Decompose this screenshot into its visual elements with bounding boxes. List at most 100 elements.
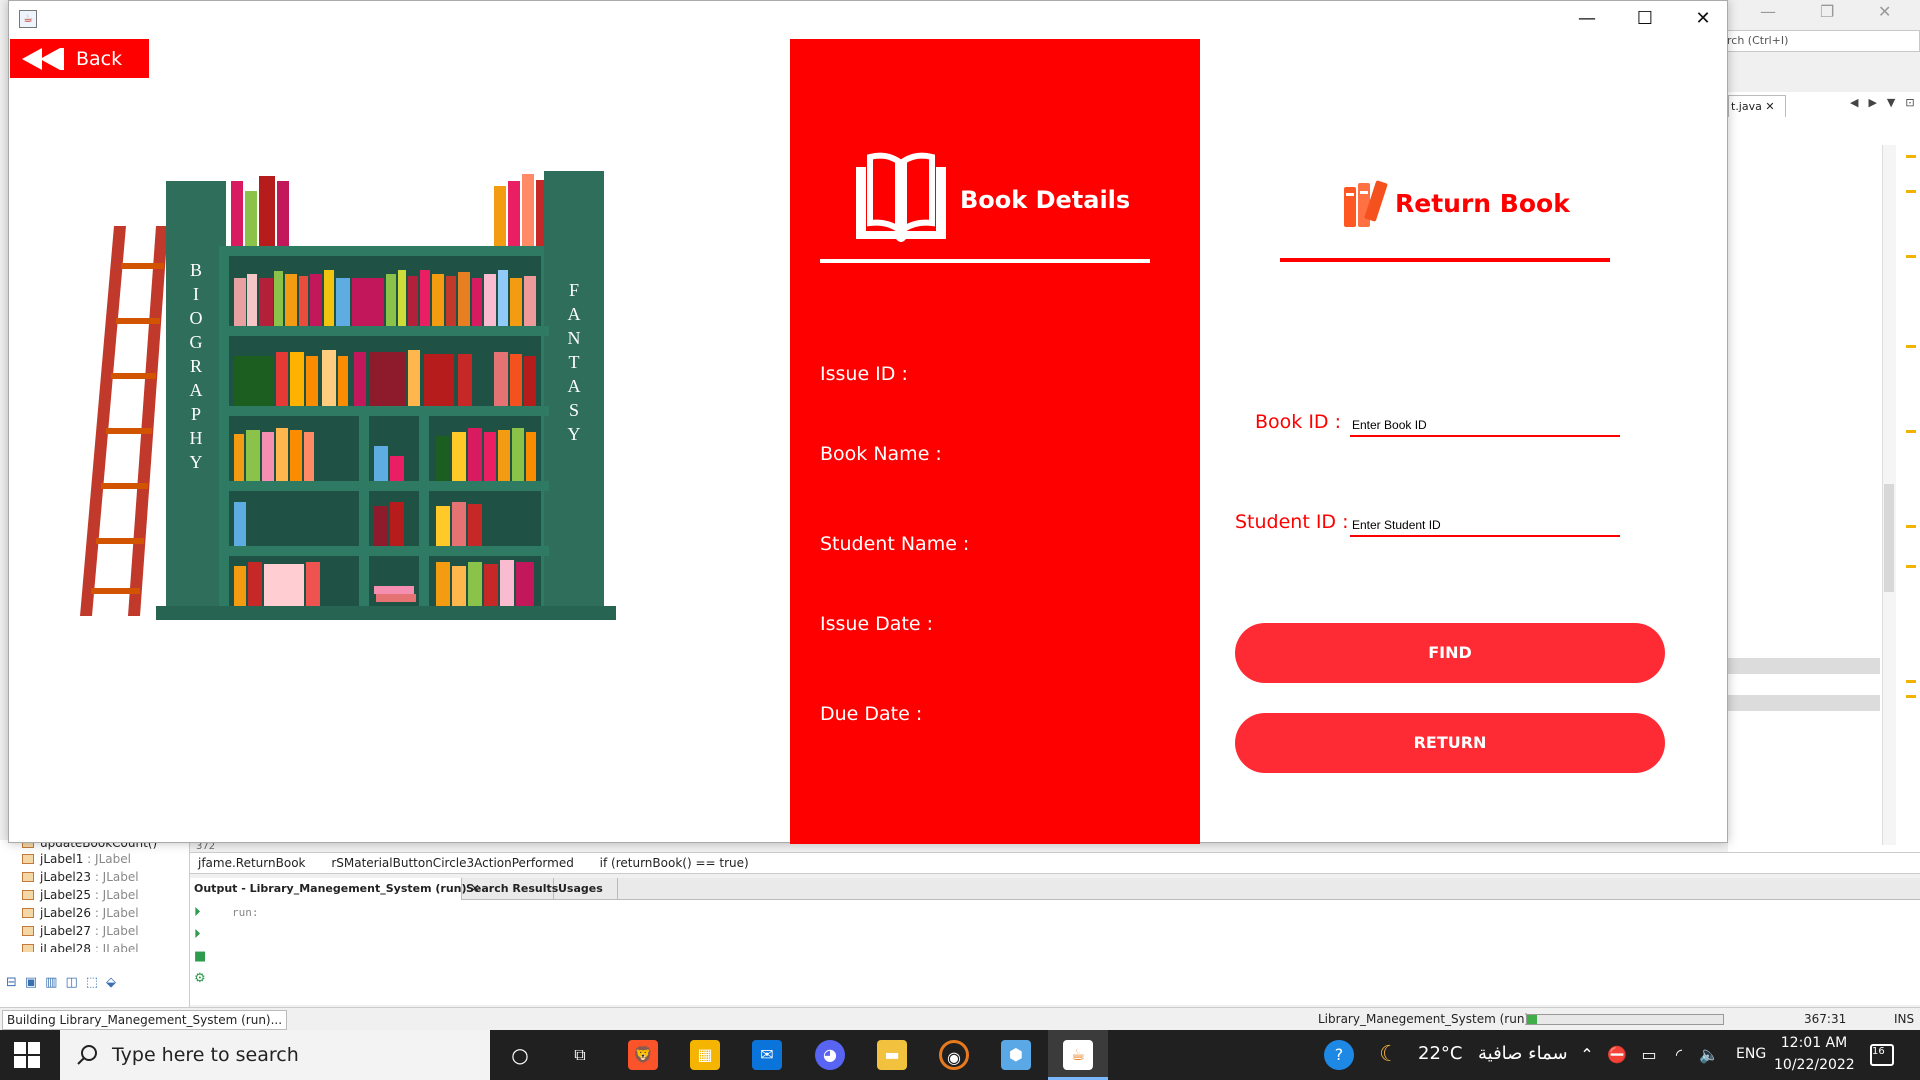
back-label: Back xyxy=(76,47,123,70)
ide-editor-tab[interactable]: t.java ✕ xyxy=(1728,95,1786,117)
chevron-up-icon[interactable]: ⌃ xyxy=(1572,1040,1602,1070)
ide-search-input[interactable]: rch (Ctrl+I) xyxy=(1724,30,1920,52)
window-titlebar[interactable]: ☕ — ☐ ✕ xyxy=(9,1,1727,37)
field-icon xyxy=(22,944,34,952)
output-run-controls[interactable]: ⏵ ⏵ ■ ⚙ xyxy=(194,902,212,990)
maximize-icon[interactable]: ☐ xyxy=(1622,5,1668,33)
ide-error-mark[interactable] xyxy=(1906,680,1916,683)
battery-icon[interactable]: ▭ xyxy=(1634,1040,1664,1070)
windows-taskbar: Type here to search ○ ⧉ 🦁 ▦ ✉ ◕ ▬ ◉ ⬢ ☕ … xyxy=(0,1030,1920,1080)
navigator-item[interactable]: jLabel26 : JLabel xyxy=(22,906,139,920)
breadcrumb-item[interactable]: rSMaterialButtonCircle3ActionPerformed xyxy=(331,856,574,870)
ide-error-mark[interactable] xyxy=(1906,565,1916,568)
breadcrumb[interactable]: jfame.ReturnBook rSMaterialButtonCircle3… xyxy=(190,852,1920,874)
shelf-letter: H xyxy=(190,428,203,448)
back-button[interactable]: Back xyxy=(10,39,149,78)
java-app-icon[interactable]: ☕ xyxy=(1063,1040,1093,1070)
navigator-item-name: jLabel27 xyxy=(40,924,91,938)
navigator-item[interactable]: jLabel27 : JLabel xyxy=(22,924,139,938)
ide-close-icon[interactable]: ✕ xyxy=(1878,2,1891,21)
ide-error-mark[interactable] xyxy=(1906,525,1916,528)
navigator-item[interactable]: jLabel28 : JLabel xyxy=(22,942,139,952)
volume-icon[interactable]: 🔈 xyxy=(1694,1040,1724,1070)
ide-tab-scroll-arrows[interactable]: ◀▶▼⊡ xyxy=(1850,96,1920,109)
build-progress-fill xyxy=(1527,1015,1537,1024)
student-id-input[interactable] xyxy=(1350,509,1620,537)
breadcrumb-item[interactable]: if (returnBook() == true) xyxy=(600,856,749,870)
virtualbox-icon[interactable]: ⬢ xyxy=(1001,1040,1031,1070)
notification-center-icon[interactable]: 16 xyxy=(1870,1044,1894,1066)
task-view-icon[interactable]: ⧉ xyxy=(565,1040,595,1070)
moon-weather-icon[interactable]: ☾ xyxy=(1374,1040,1404,1070)
book-id-label: Book ID : xyxy=(1255,411,1342,433)
network-alert-icon[interactable]: ⛔ xyxy=(1602,1040,1632,1070)
ide-error-mark[interactable] xyxy=(1906,255,1916,258)
weather-temperature[interactable]: 22°C xyxy=(1418,1043,1462,1064)
ide-error-mark[interactable] xyxy=(1906,345,1916,348)
book-name-label: Book Name : xyxy=(820,443,942,465)
find-button[interactable]: FIND xyxy=(1235,623,1665,683)
ide-error-mark[interactable] xyxy=(1906,695,1916,698)
output-text: run: xyxy=(232,906,259,919)
output-tabs: Output - Library_Manegement_System (run)… xyxy=(190,878,1920,900)
navigator-item-name: jLabel26 xyxy=(40,906,91,920)
bookshelf-illustration: BIOGRAPHY FANTASY xyxy=(80,171,616,620)
tab-usages[interactable]: Usages xyxy=(554,878,618,900)
ide-status-bar: Building Library_Manegement_System (run)… xyxy=(0,1007,1920,1030)
clock-date[interactable]: 10/22/2022 xyxy=(1774,1057,1855,1073)
clock-time[interactable]: 12:01 AM xyxy=(1778,1035,1850,1051)
mail-icon[interactable]: ✉ xyxy=(752,1040,782,1070)
media-player-icon[interactable]: ◉ xyxy=(939,1040,969,1070)
file-explorer-icon[interactable]: ▬ xyxy=(877,1040,907,1070)
minimize-icon[interactable]: — xyxy=(1564,5,1610,33)
shelf-letter: T xyxy=(569,352,580,372)
student-name-label: Student Name : xyxy=(820,533,970,555)
ide-error-mark[interactable] xyxy=(1906,155,1916,158)
navigator-item-type: : JLabel xyxy=(94,924,139,938)
ide-editor-scroll-thumb[interactable] xyxy=(1884,484,1894,592)
issue-id-label: Issue ID : xyxy=(820,363,908,385)
book-id-input[interactable] xyxy=(1350,409,1620,437)
return-book-window: ☕ — ☐ ✕ Back B I O G R A P H Y F A N T A… xyxy=(8,0,1728,844)
help-icon[interactable]: ? xyxy=(1324,1040,1354,1070)
status-caret-position: 367:31 xyxy=(1804,1012,1847,1026)
navigator-item[interactable]: jLabel1 : JLabel xyxy=(22,852,131,866)
navigator-item[interactable]: jLabel25 : JLabel xyxy=(22,888,139,902)
language-indicator[interactable]: ENG xyxy=(1736,1046,1766,1062)
return-button[interactable]: RETURN xyxy=(1235,713,1665,773)
ide-error-mark[interactable] xyxy=(1906,430,1916,433)
ide-error-mark[interactable] xyxy=(1906,190,1916,193)
brave-browser-icon[interactable]: 🦁 xyxy=(628,1040,658,1070)
taskbar-search-box[interactable]: Type here to search xyxy=(60,1030,490,1080)
rewind-icon xyxy=(22,47,64,70)
navigator-item-type: : JLabel xyxy=(94,888,139,902)
windows-start-icon[interactable] xyxy=(14,1042,40,1068)
wifi-icon[interactable]: ◜ xyxy=(1664,1040,1694,1070)
ide-restore-icon[interactable]: ❐ xyxy=(1820,2,1834,21)
microsoft-store-icon[interactable]: ▦ xyxy=(690,1040,720,1070)
ide-editor-tab-label: t.java xyxy=(1731,100,1762,113)
navigator-toolbar[interactable]: ⊟▣▥◫⬚⬙ xyxy=(6,975,124,990)
weather-condition[interactable]: سماء صافية xyxy=(1478,1043,1568,1064)
close-icon[interactable]: ✕ xyxy=(1680,5,1726,33)
shelf-letter: R xyxy=(190,356,202,376)
shelf-letter: N xyxy=(568,328,581,348)
breadcrumb-item[interactable]: jfame.ReturnBook xyxy=(198,856,305,870)
book-details-panel: Book Details Issue ID : Book Name : Stud… xyxy=(790,39,1200,844)
due-date-label: Due Date : xyxy=(820,703,923,725)
discord-icon[interactable]: ◕ xyxy=(815,1040,845,1070)
tab-search-results[interactable]: Search Results xyxy=(462,878,558,900)
details-divider xyxy=(820,259,1150,263)
cortana-icon[interactable]: ○ xyxy=(505,1040,535,1070)
navigator-item-name: jLabel1 xyxy=(40,852,84,866)
notification-count: 16 xyxy=(1872,1046,1885,1057)
search-icon xyxy=(77,1045,97,1065)
output-console[interactable]: ⏵ ⏵ ■ ⚙ run: xyxy=(190,900,1920,1005)
ide-minimize-icon[interactable]: — xyxy=(1760,2,1776,21)
status-build-task[interactable]: Building Library_Manegement_System (run)… xyxy=(2,1010,288,1030)
navigator-item[interactable]: jLabel23 : JLabel xyxy=(22,870,139,884)
tab-output[interactable]: Output - Library_Manegement_System (run)… xyxy=(190,878,480,900)
return-divider xyxy=(1280,258,1610,262)
navigator-item-name: jLabel25 xyxy=(40,888,91,902)
book-details-title: Book Details xyxy=(960,186,1131,214)
